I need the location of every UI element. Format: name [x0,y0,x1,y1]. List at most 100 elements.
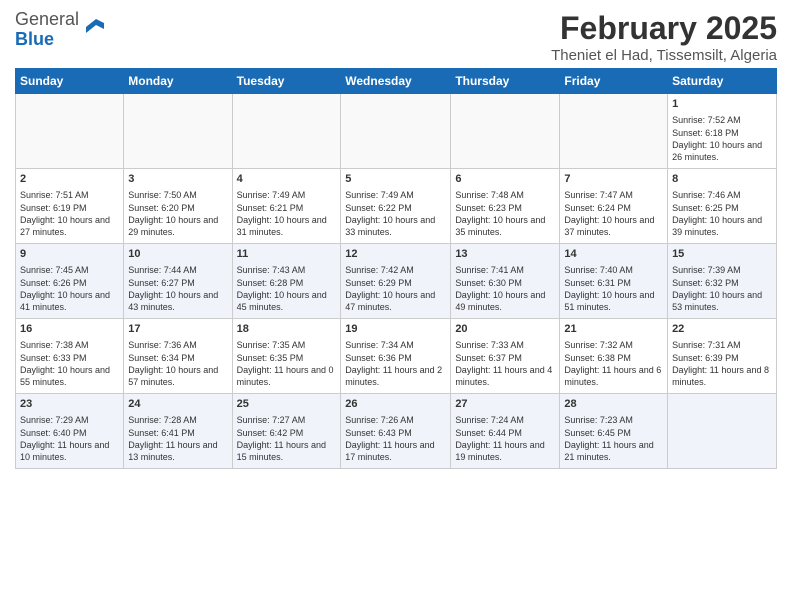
day-number: 6 [455,172,555,187]
day-info: Sunrise: 7:31 AMSunset: 6:39 PMDaylight:… [672,339,772,388]
calendar-cell: 25 Sunrise: 7:27 AMSunset: 6:42 PMDayligh… [232,394,341,469]
day-number: 1 [672,97,772,112]
day-number: 15 [672,247,772,262]
weekday-header: Friday [560,69,668,94]
day-number: 17 [128,322,227,337]
calendar-cell: 21 Sunrise: 7:32 AMSunset: 6:38 PMDayligh… [560,319,668,394]
day-number: 2 [20,172,119,187]
day-info: Sunrise: 7:24 AMSunset: 6:44 PMDaylight:… [455,414,555,463]
day-number: 21 [564,322,663,337]
weekday-header: Saturday [668,69,777,94]
day-number: 9 [20,247,119,262]
calendar-cell: 13Sunrise: 7:41 AMSunset: 6:30 PMDayligh… [451,244,560,319]
day-number: 18 [237,322,337,337]
day-info: Sunrise: 7:40 AMSunset: 6:31 PMDaylight:… [564,264,663,313]
weekday-header: Wednesday [341,69,451,94]
day-info: Sunrise: 7:43 AMSunset: 6:28 PMDaylight:… [237,264,337,313]
calendar-cell [560,94,668,169]
calendar-cell: 11Sunrise: 7:43 AMSunset: 6:28 PMDayligh… [232,244,341,319]
day-info: Sunrise: 7:36 AMSunset: 6:34 PMDaylight:… [128,339,227,388]
calendar-cell: 18Sunrise: 7:35 AMSunset: 6:35 PMDayligh… [232,319,341,394]
day-number: 25 [237,397,337,412]
calendar-cell: 27 Sunrise: 7:24 AMSunset: 6:44 PMDayligh… [451,394,560,469]
day-number: 27 [455,397,555,412]
day-info: Sunrise: 7:28 AMSunset: 6:41 PMDaylight:… [128,414,227,463]
calendar-cell [668,394,777,469]
calendar-cell [341,94,451,169]
calendar-cell [124,94,232,169]
header: General Blue February 2025 Theniet el Ha… [15,10,777,64]
day-info: Sunrise: 7:41 AMSunset: 6:30 PMDaylight:… [455,264,555,313]
calendar-cell: 23 Sunrise: 7:29 AMSunset: 6:40 PMDayligh… [16,394,124,469]
day-number: 22 [672,322,772,337]
calendar-cell: 19 Sunrise: 7:34 AMSunset: 6:36 PMDayligh… [341,319,451,394]
day-info: Sunrise: 7:32 AMSunset: 6:38 PMDaylight:… [564,339,663,388]
day-number: 19 [345,322,446,337]
day-info: Sunrise: 7:45 AMSunset: 6:26 PMDaylight:… [20,264,119,313]
day-info: Sunrise: 7:42 AMSunset: 6:29 PMDaylight:… [345,264,446,313]
day-number: 4 [237,172,337,187]
logo-text: General Blue [15,10,79,50]
logo-blue: Blue [15,29,54,49]
calendar-cell [451,94,560,169]
calendar-cell: 7 Sunrise: 7:47 AMSunset: 6:24 PMDaylight… [560,169,668,244]
calendar-cell: 16Sunrise: 7:38 AMSunset: 6:33 PMDayligh… [16,319,124,394]
calendar-cell: 24 Sunrise: 7:28 AMSunset: 6:41 PMDayligh… [124,394,232,469]
calendar-cell: 28Sunrise: 7:23 AMSunset: 6:45 PMDayligh… [560,394,668,469]
day-info: Sunrise: 7:29 AMSunset: 6:40 PMDaylight:… [20,414,119,463]
calendar-cell: 17 Sunrise: 7:36 AMSunset: 6:34 PMDayligh… [124,319,232,394]
calendar-week-row: 1Sunrise: 7:52 AMSunset: 6:18 PMDaylight… [16,94,777,169]
day-info: Sunrise: 7:39 AMSunset: 6:32 PMDaylight:… [672,264,772,313]
weekday-header: Sunday [16,69,124,94]
day-number: 28 [564,397,663,412]
day-info: Sunrise: 7:51 AMSunset: 6:19 PMDaylight:… [20,189,119,238]
logo-general: General [15,9,79,29]
day-info: Sunrise: 7:50 AMSunset: 6:20 PMDaylight:… [128,189,227,238]
day-number: 8 [672,172,772,187]
page-container: General Blue February 2025 Theniet el Ha… [0,0,792,479]
day-number: 3 [128,172,227,187]
day-number: 14 [564,247,663,262]
day-info: Sunrise: 7:34 AMSunset: 6:36 PMDaylight:… [345,339,446,388]
month-title: February 2025 [551,10,777,47]
calendar-cell: 26 Sunrise: 7:26 AMSunset: 6:43 PMDayligh… [341,394,451,469]
day-info: Sunrise: 7:33 AMSunset: 6:37 PMDaylight:… [455,339,555,388]
calendar-cell: 22 Sunrise: 7:31 AMSunset: 6:39 PMDayligh… [668,319,777,394]
calendar-cell: 5Sunrise: 7:49 AMSunset: 6:22 PMDaylight… [341,169,451,244]
calendar-cell [16,94,124,169]
calendar-week-row: 9 Sunrise: 7:45 AMSunset: 6:26 PMDaylight… [16,244,777,319]
calendar-cell: 15 Sunrise: 7:39 AMSunset: 6:32 PMDayligh… [668,244,777,319]
title-block: February 2025 Theniet el Had, Tissemsilt… [551,10,777,64]
day-number: 16 [20,322,119,337]
day-number: 12 [345,247,446,262]
day-number: 5 [345,172,446,187]
calendar-cell: 9 Sunrise: 7:45 AMSunset: 6:26 PMDaylight… [16,244,124,319]
weekday-header: Thursday [451,69,560,94]
day-info: Sunrise: 7:26 AMSunset: 6:43 PMDaylight:… [345,414,446,463]
day-number: 23 [20,397,119,412]
calendar-cell: 10 Sunrise: 7:44 AMSunset: 6:27 PMDayligh… [124,244,232,319]
day-info: Sunrise: 7:46 AMSunset: 6:25 PMDaylight:… [672,189,772,238]
weekday-header: Tuesday [232,69,341,94]
day-info: Sunrise: 7:44 AMSunset: 6:27 PMDaylight:… [128,264,227,313]
location: Theniet el Had, Tissemsilt, Algeria [551,47,777,64]
calendar-cell: 20 Sunrise: 7:33 AMSunset: 6:37 PMDayligh… [451,319,560,394]
calendar-cell: 4Sunrise: 7:49 AMSunset: 6:21 PMDaylight… [232,169,341,244]
day-number: 24 [128,397,227,412]
day-info: Sunrise: 7:27 AMSunset: 6:42 PMDaylight:… [237,414,337,463]
day-number: 20 [455,322,555,337]
day-number: 26 [345,397,446,412]
calendar-cell: 1Sunrise: 7:52 AMSunset: 6:18 PMDaylight… [668,94,777,169]
day-info: Sunrise: 7:47 AMSunset: 6:24 PMDaylight:… [564,189,663,238]
day-number: 10 [128,247,227,262]
calendar-cell: 2 Sunrise: 7:51 AMSunset: 6:19 PMDaylight… [16,169,124,244]
calendar-cell: 6 Sunrise: 7:48 AMSunset: 6:23 PMDaylight… [451,169,560,244]
weekday-header-row: SundayMondayTuesdayWednesdayThursdayFrid… [16,69,777,94]
logo: General Blue [15,10,104,50]
day-info: Sunrise: 7:48 AMSunset: 6:23 PMDaylight:… [455,189,555,238]
calendar-week-row: 16Sunrise: 7:38 AMSunset: 6:33 PMDayligh… [16,319,777,394]
calendar-cell: 12 Sunrise: 7:42 AMSunset: 6:29 PMDayligh… [341,244,451,319]
calendar-week-row: 2 Sunrise: 7:51 AMSunset: 6:19 PMDaylight… [16,169,777,244]
calendar-cell: 3 Sunrise: 7:50 AMSunset: 6:20 PMDaylight… [124,169,232,244]
day-number: 7 [564,172,663,187]
